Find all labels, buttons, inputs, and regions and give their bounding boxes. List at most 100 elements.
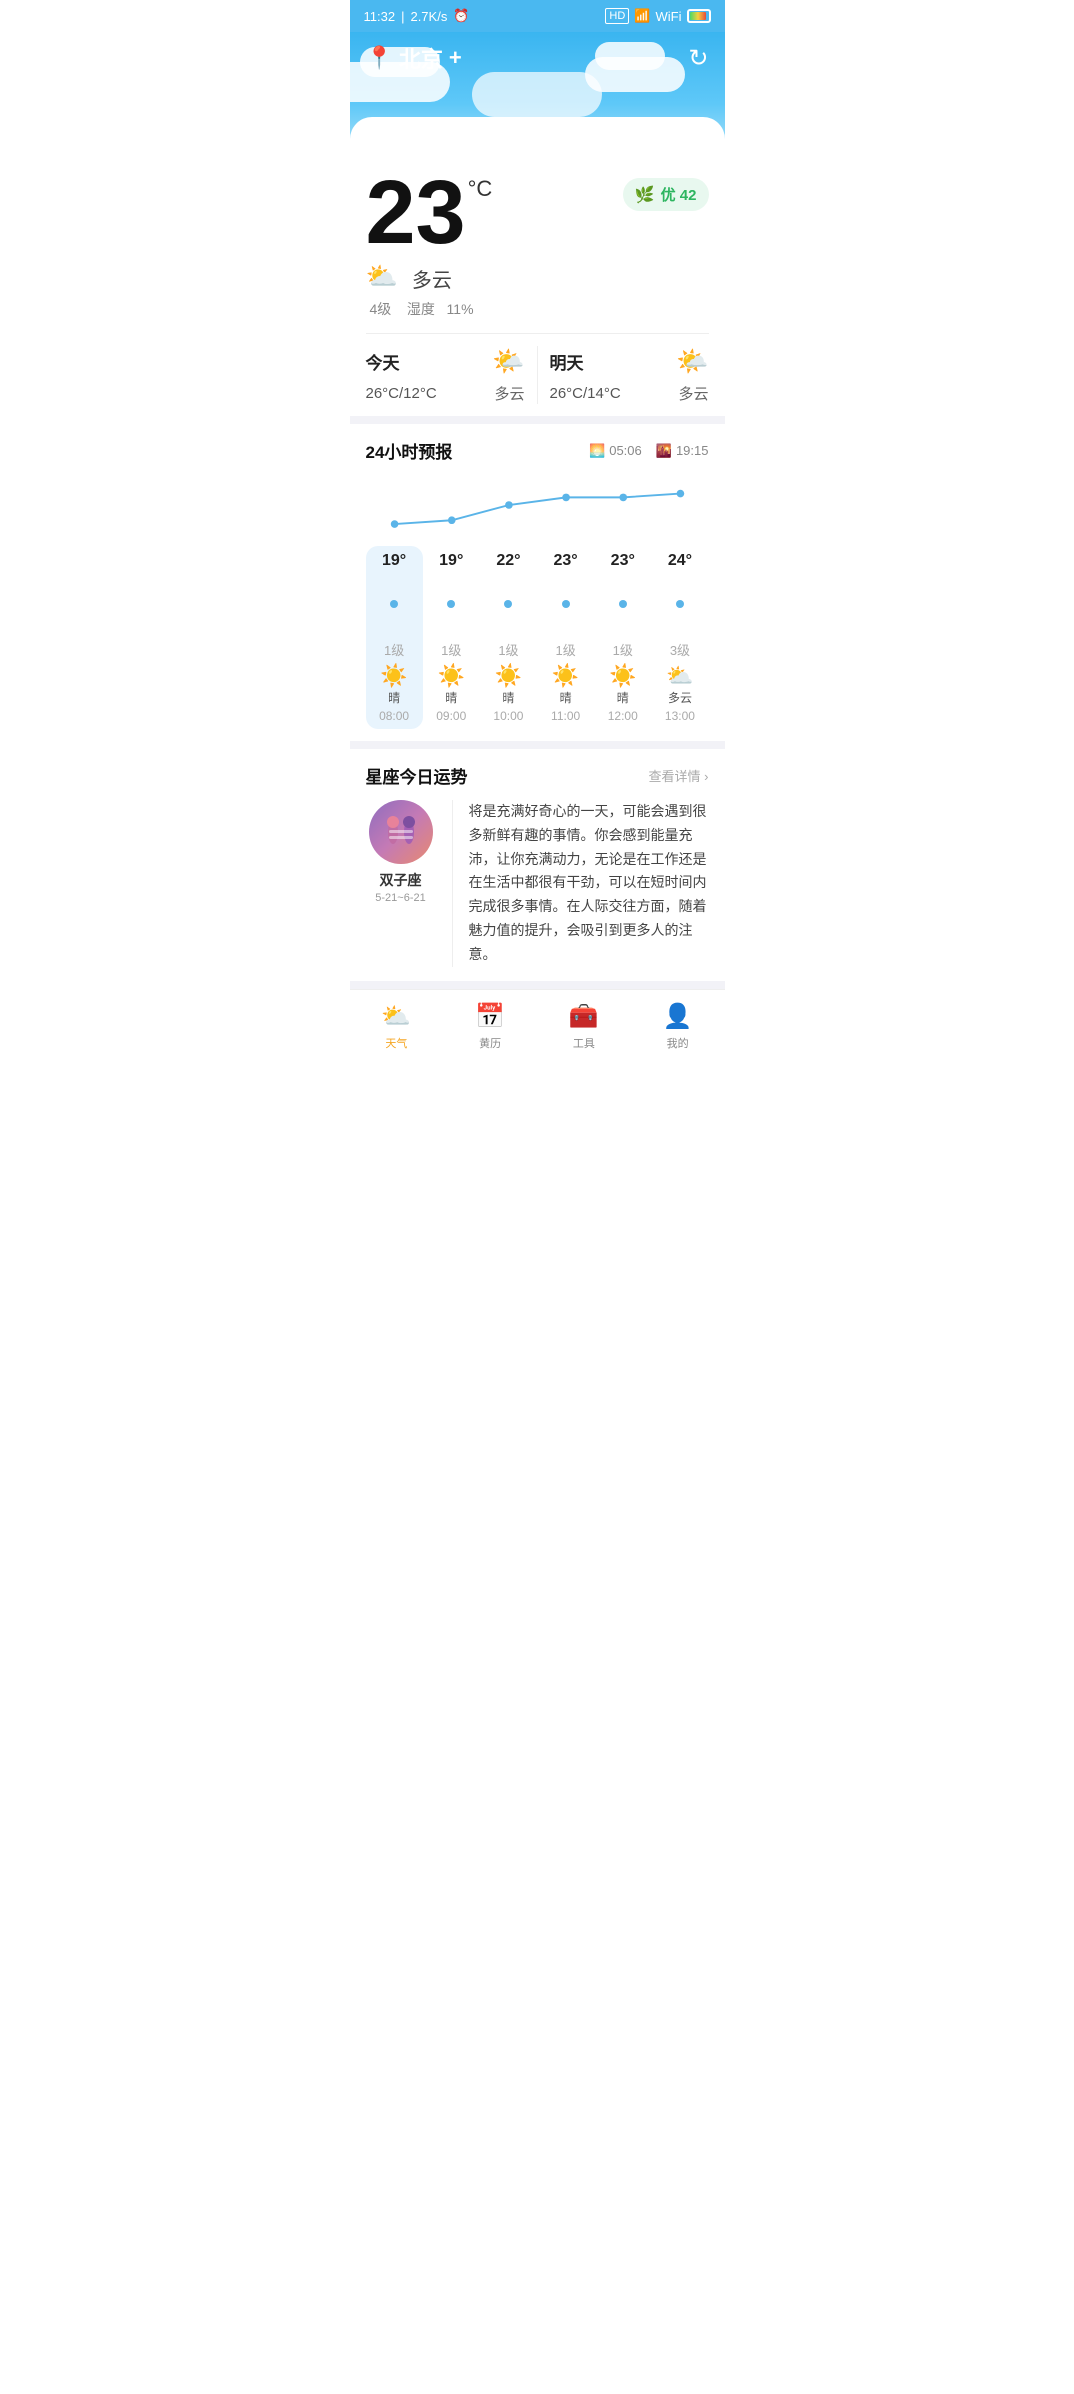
temperature-value: 23 (366, 168, 466, 258)
weather-condition: 多云 (412, 264, 452, 293)
hour-time-2: 10:00 (493, 709, 523, 729)
aqi-value: 优 42 (661, 184, 697, 205)
humidity-value: 11% (447, 301, 474, 317)
section-divider-1 (350, 416, 725, 424)
hour-col-2: 22° 1级 ☀️ 晴 10:00 (480, 546, 537, 729)
horoscope-title: 星座今日运势 (366, 763, 468, 788)
add-location-button[interactable]: + (449, 45, 462, 71)
nav-profile-icon: 👤 (663, 1002, 693, 1031)
status-bar: 11:32 | 2.7K/s ⏰ HD 📶 WiFi (350, 0, 725, 32)
nav-tools[interactable]: 🧰 工具 (537, 998, 631, 1055)
hour-condition-3: 晴 (560, 689, 572, 706)
hour-icon-5: ⛅ (666, 663, 693, 689)
hour-icon-1: ☀️ (438, 663, 465, 689)
nav-profile-label: 我的 (667, 1035, 689, 1051)
tomorrow-forecast: 明天 🌤️ 26°C/14°C 多云 (538, 346, 709, 404)
weather-detail: 4级 湿度 11% (370, 299, 709, 319)
nav-profile[interactable]: 👤 我的 (631, 998, 725, 1055)
hour-wind-5: 3级 (670, 640, 690, 659)
hour-col-1: 19° 1级 ☀️ 晴 09:00 (423, 546, 480, 729)
status-network: | (401, 9, 404, 24)
hourly-columns: 19° 1级 ☀️ 晴 08:00 19° 1级 ☀️ 晴 09:00 22° … (366, 546, 709, 729)
hour-wind-3: 1级 (555, 640, 575, 659)
horoscope-more-link[interactable]: 查看详情 › (649, 766, 709, 785)
humidity-label: 湿度 (407, 301, 435, 317)
hour-col-4: 23° 1级 ☀️ 晴 12:00 (594, 546, 651, 729)
status-left: 11:32 | 2.7K/s ⏰ (364, 8, 470, 24)
hour-time-5: 13:00 (665, 709, 695, 729)
sunset-icon: 🌇 (656, 443, 672, 459)
hour-condition-2: 晴 (502, 689, 514, 706)
hour-col-5: 24° 3级 ⛅ 多云 13:00 (651, 546, 708, 729)
hour-temp-5: 24° (668, 546, 692, 570)
status-speed: 2.7K/s (410, 9, 447, 24)
hour-time-0: 08:00 (379, 709, 409, 729)
leaf-icon: 🌿 (635, 185, 655, 205)
vertical-divider (452, 800, 453, 967)
wifi-icon: WiFi (656, 9, 682, 24)
nav-calendar-icon: 📅 (475, 1002, 505, 1031)
hour-temp-0: 19° (382, 546, 406, 570)
battery-icon (687, 9, 711, 23)
tomorrow-condition: 多云 (678, 383, 708, 404)
hour-temp-2: 22° (496, 546, 520, 570)
sunrise-icon: 🌅 (589, 443, 605, 459)
nav-calendar[interactable]: 📅 黄历 (443, 998, 537, 1055)
forecast-row: 今天 🌤️ 26°C/12°C 多云 明天 🌤️ 26°C/14°C 多云 (366, 333, 709, 404)
wind-level: 4级 (370, 301, 392, 317)
alarm-icon: ⏰ (453, 8, 469, 24)
hour-temp-1: 19° (439, 546, 463, 570)
sign-avatar (369, 800, 433, 864)
sunrise-info: 🌅 05:06 🌇 19:15 (589, 443, 708, 459)
hour-temp-4: 23° (611, 546, 635, 570)
location-city: 北京 (399, 42, 443, 74)
hour-wind-2: 1级 (498, 640, 518, 659)
temperature-chart (366, 475, 709, 535)
horoscope-description: 将是充满好奇心的一天，可能会遇到很多新鲜有趣的事情。你会感到能量充沛，让你充满动… (469, 800, 709, 967)
temperature-unit: °C (468, 176, 493, 202)
refresh-button[interactable]: ↻ (688, 44, 708, 73)
sunset-time: 19:15 (676, 443, 709, 458)
hour-time-1: 09:00 (436, 709, 466, 729)
sunrise-time: 05:06 (609, 443, 642, 458)
sign-date-range: 5-21~6-21 (375, 892, 425, 904)
location-display[interactable]: 📍 北京 + (366, 42, 462, 74)
horoscope-sign[interactable]: 双子座 5-21~6-21 (366, 800, 436, 967)
hour-time-4: 12:00 (608, 709, 638, 729)
temperature-display: 23 °C (366, 168, 493, 258)
hour-wind-4: 1级 (613, 640, 633, 659)
nav-tools-label: 工具 (573, 1035, 595, 1051)
nav-weather-icon: ⛅ (381, 1002, 411, 1031)
section-divider-3 (350, 981, 725, 989)
hour-icon-0: ☀️ (380, 663, 407, 689)
hour-condition-5: 多云 (668, 689, 692, 706)
hour-icon-4: ☀️ (609, 663, 636, 689)
hour-col-3: 23° 1级 ☀️ 晴 11:00 (537, 546, 594, 729)
section-divider-2 (350, 741, 725, 749)
hour-wind-0: 1级 (384, 640, 404, 659)
status-right: HD 📶 WiFi (605, 8, 710, 24)
hour-condition-1: 晴 (445, 689, 457, 706)
today-forecast: 今天 🌤️ 26°C/12°C 多云 (366, 346, 538, 404)
hour-col-0: 19° 1级 ☀️ 晴 08:00 (366, 546, 423, 729)
aqi-badge[interactable]: 🌿 优 42 (623, 178, 709, 211)
nav-calendar-label: 黄历 (479, 1035, 501, 1051)
sky-header: 📍 北京 + ↻ (350, 32, 725, 152)
hour-icon-3: ☀️ (552, 663, 579, 689)
tomorrow-label: 明天 (550, 349, 584, 374)
weather-card: 23 °C 🌿 优 42 ⛅ 多云 4级 湿度 11% 今天 🌤️ 26°C/1… (350, 152, 725, 416)
hour-icon-2: ☀️ (495, 663, 522, 689)
hour-wind-1: 1级 (441, 640, 461, 659)
hour-condition-4: 晴 (617, 689, 629, 706)
nav-weather[interactable]: ⛅ 天气 (350, 998, 444, 1055)
weather-icon: ⛅ (366, 261, 398, 292)
nav-weather-label: 天气 (385, 1035, 407, 1051)
today-temps: 26°C/12°C (366, 385, 437, 402)
hourly-title: 24小时预报 (366, 438, 453, 463)
hourly-section: 24小时预报 🌅 05:06 🌇 19:15 19° 1级 (350, 424, 725, 741)
bottom-nav: ⛅ 天气 📅 黄历 🧰 工具 👤 我的 (350, 989, 725, 1075)
hour-temp-3: 23° (554, 546, 578, 570)
tomorrow-icon: 🌤️ (676, 346, 708, 377)
hour-time-3: 11:00 (551, 709, 580, 729)
tomorrow-temps: 26°C/14°C (550, 385, 621, 402)
